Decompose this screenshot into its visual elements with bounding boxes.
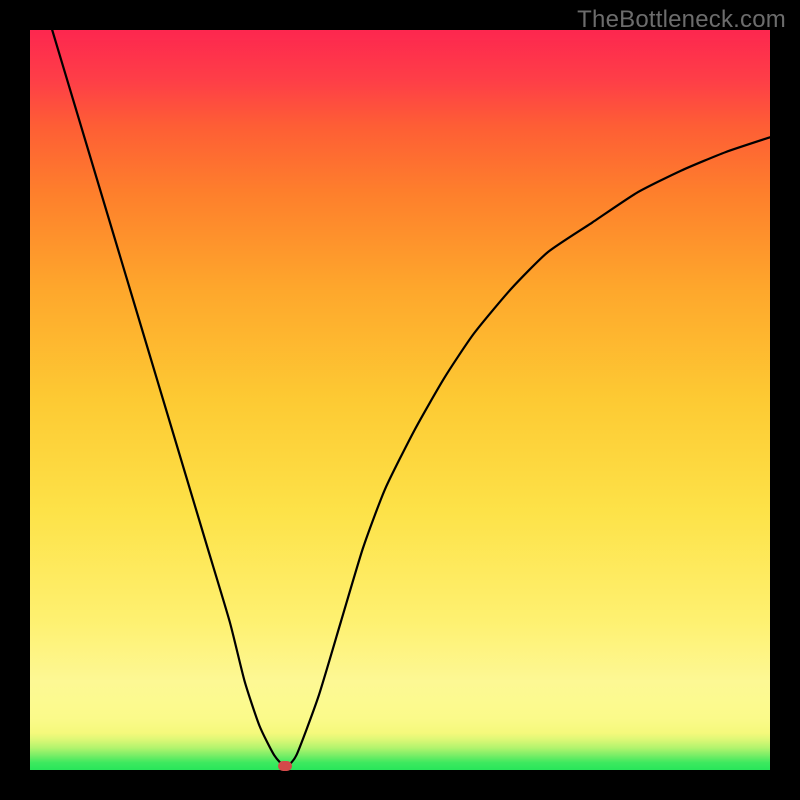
optimum-marker	[278, 761, 292, 771]
plot-area	[30, 30, 770, 770]
chart-frame: TheBottleneck.com	[0, 0, 800, 800]
bottleneck-curve	[30, 30, 770, 770]
